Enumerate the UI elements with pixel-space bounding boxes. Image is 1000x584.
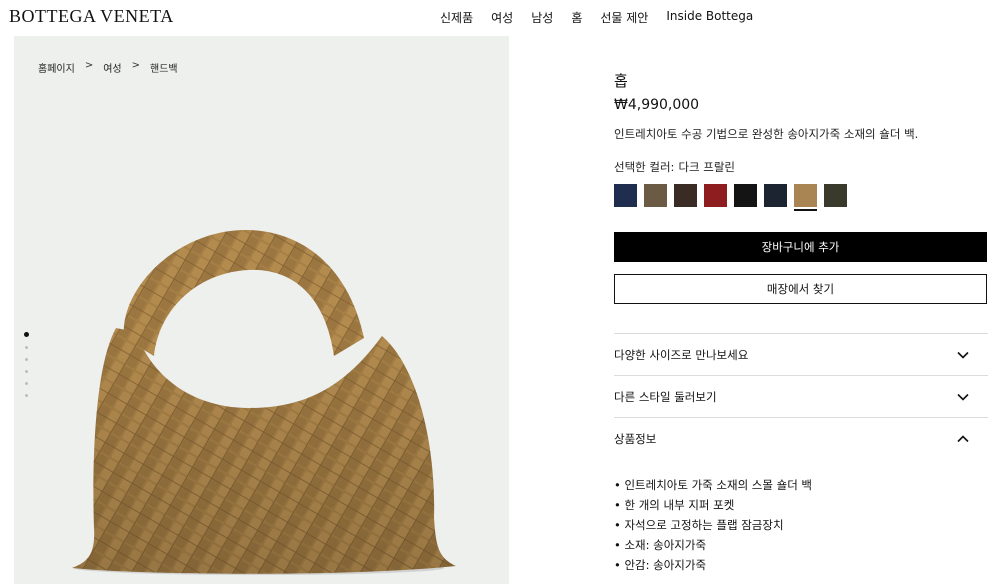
gallery-pagination xyxy=(24,332,29,397)
gallery-dot[interactable] xyxy=(25,370,28,373)
selected-color: 선택한 컬러: 다크 프랄린 xyxy=(614,159,988,175)
chevron-down-icon xyxy=(957,393,969,401)
accordion-styles[interactable]: 다른 스타일 둘러보기 xyxy=(614,375,988,417)
list-item: 한 개의 내부 지퍼 포켓 xyxy=(614,495,988,515)
breadcrumb-women[interactable]: 여성 xyxy=(103,60,121,75)
swatch-taupe[interactable] xyxy=(644,184,667,207)
swatch-olive-dark[interactable] xyxy=(824,184,847,207)
nav-item-women[interactable]: 여성 xyxy=(491,9,513,26)
breadcrumb: 홈페이지 > 여성 > 핸드백 xyxy=(38,60,178,75)
product-description: 인트레치아토 수공 기법으로 완성한 송아지가죽 소재의 숄더 백. xyxy=(614,127,919,141)
nav-item-inside-bottega[interactable]: Inside Bottega xyxy=(666,9,753,26)
nav-item-gifts[interactable]: 선물 제안 xyxy=(600,9,648,26)
brand-logo[interactable]: BOTTEGA VENETA xyxy=(9,6,174,27)
swatch-camel-selected[interactable] xyxy=(794,184,817,211)
breadcrumb-handbags: 핸드백 xyxy=(150,64,178,75)
chevron-down-icon xyxy=(957,351,969,359)
breadcrumb-home[interactable]: 홈페이지 xyxy=(38,60,75,75)
swatch-dark-brown[interactable] xyxy=(674,184,697,207)
site-header: BOTTEGA VENETA 신제품 여성 남성 홈 선물 제안 Inside … xyxy=(0,0,1000,34)
gallery-dot[interactable] xyxy=(25,358,28,361)
accordion-sizes-label: 다양한 사이즈로 만나보세요 xyxy=(614,347,749,362)
swatch-navy[interactable] xyxy=(614,184,637,207)
gallery-dot-active[interactable] xyxy=(24,332,29,337)
breadcrumb-separator: > xyxy=(131,60,140,71)
product-gallery[interactable]: 홈페이지 > 여성 > 핸드백 xyxy=(14,36,509,584)
accordion-styles-label: 다른 스타일 둘러보기 xyxy=(614,389,717,404)
swatch-black[interactable] xyxy=(734,184,757,207)
list-item: 인트레치아토 가죽 소재의 스몰 숄더 백 xyxy=(614,475,988,495)
nav-item-men[interactable]: 남성 xyxy=(531,9,553,26)
product-price: ₩4,990,000 xyxy=(614,97,700,113)
accordion-product-info[interactable]: 상품정보 xyxy=(614,417,988,459)
main-nav: 신제품 여성 남성 홈 선물 제안 Inside Bottega xyxy=(440,9,753,26)
accordion-product-info-label: 상품정보 xyxy=(614,431,657,446)
list-item: 소재: 송아지가죽 xyxy=(614,535,988,555)
find-in-store-button[interactable]: 매장에서 찾기 xyxy=(614,274,987,304)
color-label: 선택한 컬러: xyxy=(614,160,675,174)
nav-item-new[interactable]: 신제품 xyxy=(440,9,473,26)
list-item: 자석으로 고정하는 플랩 잠금장치 xyxy=(614,515,988,535)
swatch-red[interactable] xyxy=(704,184,727,207)
gallery-dot[interactable] xyxy=(25,382,28,385)
product-info: 홉 ₩4,990,000 인트레치아토 수공 기법으로 완성한 송아지가죽 소재… xyxy=(614,70,988,575)
chevron-up-icon xyxy=(957,434,969,442)
nav-item-home[interactable]: 홈 xyxy=(571,9,582,26)
swatch-dark-navy[interactable] xyxy=(764,184,787,207)
gallery-dot[interactable] xyxy=(25,394,28,397)
gallery-dot[interactable] xyxy=(25,346,28,349)
list-item: 안감: 송아지가죽 xyxy=(614,555,988,575)
add-to-cart-button[interactable]: 장바구니에 추가 xyxy=(614,232,987,262)
product-title: 홉 xyxy=(614,72,628,90)
accordion-sizes[interactable]: 다양한 사이즈로 만나보세요 xyxy=(614,333,988,375)
breadcrumb-separator: > xyxy=(84,60,94,71)
color-value: 다크 프랄린 xyxy=(678,160,735,174)
product-image xyxy=(72,229,456,575)
product-details-list: 인트레치아토 가죽 소재의 스몰 숄더 백 한 개의 내부 지퍼 포켓 자석으로… xyxy=(614,475,988,575)
color-swatches xyxy=(614,184,988,211)
